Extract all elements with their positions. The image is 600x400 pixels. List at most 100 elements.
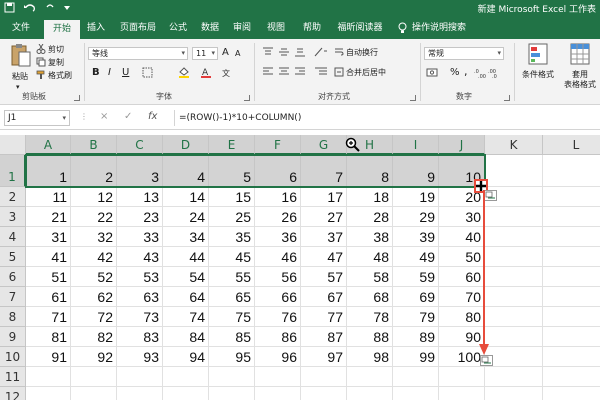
cell-g2[interactable]: 17 [301, 187, 347, 207]
shrink-font-button[interactable]: A [235, 49, 240, 58]
currency-icon[interactable] [426, 67, 438, 81]
copy-icon[interactable] [36, 57, 46, 70]
paste-dropdown-icon[interactable]: ▾ [16, 83, 20, 91]
tab-insert[interactable]: 插入 [82, 17, 110, 39]
phonetic-icon[interactable]: 文 [222, 67, 234, 81]
column-header-a[interactable]: A [26, 135, 71, 155]
cell-l10[interactable] [543, 347, 600, 367]
cell-f5[interactable]: 46 [255, 247, 301, 267]
redo-icon[interactable] [45, 2, 55, 13]
column-header-d[interactable]: D [163, 135, 209, 155]
cell-e4[interactable]: 35 [209, 227, 255, 247]
cell-k3[interactable] [485, 207, 543, 227]
column-header-e[interactable]: E [209, 135, 255, 155]
cell-f4[interactable]: 36 [255, 227, 301, 247]
cut-button[interactable]: 剪切 [48, 44, 64, 55]
cell-c9[interactable]: 83 [117, 327, 163, 347]
cell-g7[interactable]: 67 [301, 287, 347, 307]
cell-g9[interactable]: 87 [301, 327, 347, 347]
spreadsheet-grid[interactable]: A B C D E F G H I J K L 1 1 2 3 4 5 6 7 8 9 10 2 11 12 13 14 15 16 17 1… [0, 135, 600, 400]
cell-d11[interactable] [163, 367, 209, 387]
row-header-8[interactable]: 8 [0, 307, 26, 327]
cell-i11[interactable] [393, 367, 439, 387]
cell-h3[interactable]: 28 [347, 207, 393, 227]
cell-k7[interactable] [485, 287, 543, 307]
cell-a4[interactable]: 31 [26, 227, 71, 247]
cell-f11[interactable] [255, 367, 301, 387]
cell-h6[interactable]: 58 [347, 267, 393, 287]
align-right-icon[interactable] [294, 67, 306, 80]
font-size-combo[interactable]: 11 ▾ [192, 47, 218, 60]
cell-e12[interactable] [209, 387, 255, 400]
font-color-icon[interactable]: A [200, 66, 212, 81]
grow-font-button[interactable]: A [222, 47, 229, 58]
cell-c5[interactable]: 43 [117, 247, 163, 267]
cell-a11[interactable] [26, 367, 71, 387]
cell-k6[interactable] [485, 267, 543, 287]
paste-button[interactable]: 粘贴 [12, 71, 28, 82]
cell-a2[interactable]: 11 [26, 187, 71, 207]
increase-decimal-icon[interactable]: .0.00 [474, 68, 486, 81]
cell-i1[interactable]: 9 [393, 155, 439, 187]
format-as-table-label-2[interactable]: 表格格式 [564, 79, 596, 90]
cell-b8[interactable]: 72 [71, 307, 117, 327]
cell-a6[interactable]: 51 [26, 267, 71, 287]
borders-icon[interactable] [142, 67, 153, 81]
cell-l3[interactable] [543, 207, 600, 227]
cell-b9[interactable]: 82 [71, 327, 117, 347]
cell-d6[interactable]: 54 [163, 267, 209, 287]
cell-h1[interactable]: 8 [347, 155, 393, 187]
cell-g1[interactable]: 7 [301, 155, 347, 187]
column-header-g[interactable]: G [301, 135, 347, 155]
column-header-l[interactable]: L [543, 135, 600, 155]
tab-foxit-reader[interactable]: 福昕阅读器 [332, 17, 388, 39]
cell-h8[interactable]: 78 [347, 307, 393, 327]
cell-e9[interactable]: 85 [209, 327, 255, 347]
row-header-2[interactable]: 2 [0, 187, 26, 207]
cell-e6[interactable]: 55 [209, 267, 255, 287]
cell-b12[interactable] [71, 387, 117, 400]
cell-f2[interactable]: 16 [255, 187, 301, 207]
cell-l2[interactable] [543, 187, 600, 207]
cell-l6[interactable] [543, 267, 600, 287]
confirm-icon[interactable]: ✓ [124, 111, 132, 122]
tab-home[interactable]: 开始 [44, 20, 80, 39]
cell-c6[interactable]: 53 [117, 267, 163, 287]
font-launcher-icon[interactable] [244, 95, 250, 101]
cell-a5[interactable]: 41 [26, 247, 71, 267]
conditional-format-icon[interactable] [528, 43, 548, 68]
cell-l11[interactable] [543, 367, 600, 387]
cell-k5[interactable] [485, 247, 543, 267]
cell-b1[interactable]: 2 [71, 155, 117, 187]
cell-k4[interactable] [485, 227, 543, 247]
cell-l12[interactable] [543, 387, 600, 400]
tab-review[interactable]: 审阅 [228, 17, 256, 39]
font-name-combo[interactable]: 等线 ▾ [88, 47, 188, 60]
cell-e10[interactable]: 95 [209, 347, 255, 367]
cell-l4[interactable] [543, 227, 600, 247]
row-header-9[interactable]: 9 [0, 327, 26, 347]
cell-e2[interactable]: 15 [209, 187, 255, 207]
cell-d2[interactable]: 14 [163, 187, 209, 207]
merge-center-button[interactable]: 合并后居中 [346, 67, 386, 78]
bold-button[interactable]: B [92, 67, 100, 78]
cell-g12[interactable] [301, 387, 347, 400]
cell-e5[interactable]: 45 [209, 247, 255, 267]
cell-c10[interactable]: 93 [117, 347, 163, 367]
cell-c3[interactable]: 23 [117, 207, 163, 227]
undo-icon[interactable] [23, 2, 37, 13]
cell-h10[interactable]: 98 [347, 347, 393, 367]
tell-me-search[interactable]: 操作说明搜索 [412, 17, 472, 39]
cell-k1[interactable] [485, 155, 543, 187]
align-middle-icon[interactable] [278, 47, 290, 60]
cell-c12[interactable] [117, 387, 163, 400]
cell-a3[interactable]: 21 [26, 207, 71, 227]
cell-a1[interactable]: 1 [26, 155, 71, 187]
row-header-5[interactable]: 5 [0, 247, 26, 267]
cell-d10[interactable]: 94 [163, 347, 209, 367]
decrease-decimal-icon[interactable]: .00.0 [488, 68, 500, 81]
row-header-3[interactable]: 3 [0, 207, 26, 227]
cell-f10[interactable]: 96 [255, 347, 301, 367]
cell-a9[interactable]: 81 [26, 327, 71, 347]
conditional-format-button[interactable]: 条件格式 [522, 69, 554, 80]
